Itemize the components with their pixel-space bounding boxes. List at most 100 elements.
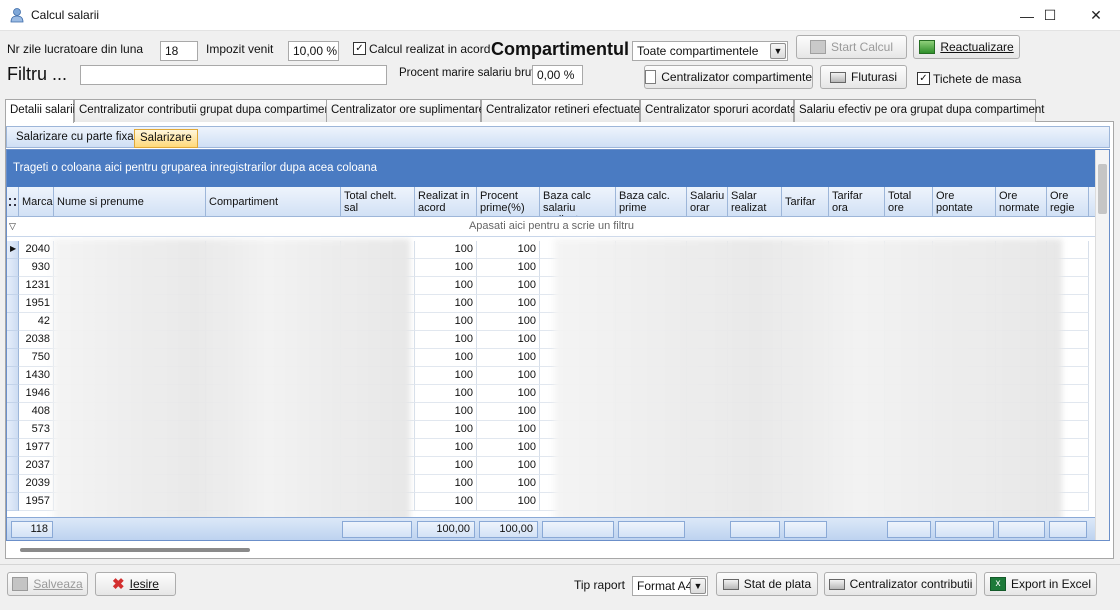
- cell-realizat[interactable]: 100: [415, 403, 477, 421]
- tab-centralizator-retineri[interactable]: Centralizator retineri efectuate: [481, 99, 640, 122]
- compartiment-select[interactable]: Toate compartimentele ▼: [632, 41, 788, 61]
- row-selector[interactable]: [7, 385, 19, 403]
- header-tarifar-ora[interactable]: Tarifar ora: [829, 187, 885, 217]
- reactualizare-button[interactable]: Reactualizare: [913, 35, 1020, 59]
- start-calcul-button[interactable]: Start Calcul: [796, 35, 907, 59]
- cell-procent[interactable]: 100: [477, 421, 540, 439]
- procent-marire-input[interactable]: 0,00 %: [532, 65, 583, 85]
- row-selector[interactable]: [7, 331, 19, 349]
- vertical-scrollbar[interactable]: [1095, 150, 1109, 540]
- header-nume-prenume[interactable]: Nume si prenume: [54, 187, 206, 217]
- cell-realizat[interactable]: 100: [415, 313, 477, 331]
- cell-realizat[interactable]: 100: [415, 259, 477, 277]
- column-chooser-icon[interactable]: [7, 187, 19, 217]
- cell-realizat[interactable]: 100: [415, 385, 477, 403]
- header-salariu-orar[interactable]: Salariu orar: [687, 187, 728, 217]
- cell-procent[interactable]: 100: [477, 277, 540, 295]
- cell-marca[interactable]: 1977: [19, 439, 54, 457]
- nr-zile-input[interactable]: 18: [160, 41, 198, 61]
- cell-realizat[interactable]: 100: [415, 475, 477, 493]
- header-baza-calc-prime[interactable]: Baza calc. prime: [616, 187, 687, 217]
- cell-marca[interactable]: 1946: [19, 385, 54, 403]
- cell-procent[interactable]: 100: [477, 457, 540, 475]
- vertical-scroll-thumb[interactable]: [1098, 164, 1107, 214]
- row-selector[interactable]: [7, 313, 19, 331]
- row-selector[interactable]: [7, 457, 19, 475]
- cell-procent[interactable]: 100: [477, 313, 540, 331]
- row-selector[interactable]: [7, 349, 19, 367]
- cell-procent[interactable]: 100: [477, 439, 540, 457]
- cell-procent[interactable]: 100: [477, 331, 540, 349]
- cell-marca[interactable]: 2038: [19, 331, 54, 349]
- tab-centralizator-sporuri[interactable]: Centralizator sporuri acordate: [640, 99, 797, 122]
- tab-centralizator-ore-suplimentare[interactable]: Centralizator ore suplimentare: [326, 99, 485, 122]
- centralizator-compartimente-button[interactable]: Centralizator compartimente: [644, 65, 813, 89]
- cell-procent[interactable]: 100: [477, 493, 540, 511]
- fluturasi-button[interactable]: Fluturasi: [820, 65, 907, 89]
- tab-salariu-efectiv-ora[interactable]: Salariu efectiv pe ora grupat dupa compa…: [794, 99, 1044, 122]
- header-baza-calc-salariu[interactable]: Baza calc salariu realizat: [540, 187, 616, 217]
- row-selector[interactable]: [7, 493, 19, 511]
- tab-centralizator-contributii[interactable]: Centralizator contributii grupat dupa co…: [74, 99, 334, 122]
- cell-marca[interactable]: 1231: [19, 277, 54, 295]
- cell-procent[interactable]: 100: [477, 295, 540, 313]
- subtab-salarizare-parte-fixa[interactable]: Salarizare cu parte fixa: [11, 129, 139, 148]
- row-selector[interactable]: [7, 475, 19, 493]
- cell-marca[interactable]: 1957: [19, 493, 54, 511]
- row-selector[interactable]: [7, 259, 19, 277]
- cell-marca[interactable]: 1951: [19, 295, 54, 313]
- filter-row[interactable]: ▽ Apasati aici pentru a scrie un filtru: [7, 217, 1096, 237]
- cell-procent[interactable]: 100: [477, 385, 540, 403]
- cell-marca[interactable]: 573: [19, 421, 54, 439]
- header-ore-regie[interactable]: Ore regie: [1047, 187, 1089, 217]
- cell-realizat[interactable]: 100: [415, 457, 477, 475]
- tip-raport-select[interactable]: Format A4 ▼: [632, 576, 708, 596]
- row-selector[interactable]: [7, 403, 19, 421]
- row-selector[interactable]: [7, 367, 19, 385]
- tichete-checkbox[interactable]: ✓: [917, 72, 930, 85]
- row-selector[interactable]: [7, 295, 19, 313]
- cell-realizat[interactable]: 100: [415, 421, 477, 439]
- cell-procent[interactable]: 100: [477, 367, 540, 385]
- header-total-chelt[interactable]: Total chelt. sal: [341, 187, 415, 217]
- cell-procent[interactable]: 100: [477, 403, 540, 421]
- cell-realizat[interactable]: 100: [415, 349, 477, 367]
- cell-marca[interactable]: 2040: [19, 241, 54, 259]
- header-tarifar[interactable]: Tarifar: [782, 187, 829, 217]
- salveaza-button[interactable]: Salveaza: [7, 572, 88, 596]
- cell-marca[interactable]: 1430: [19, 367, 54, 385]
- cell-realizat[interactable]: 100: [415, 367, 477, 385]
- header-procent-prime[interactable]: Procent prime(%): [477, 187, 540, 217]
- cell-realizat[interactable]: 100: [415, 277, 477, 295]
- cell-procent[interactable]: 100: [477, 259, 540, 277]
- header-compartiment[interactable]: Compartiment: [206, 187, 341, 217]
- cell-marca[interactable]: 2037: [19, 457, 54, 475]
- cell-marca[interactable]: 930: [19, 259, 54, 277]
- cell-procent[interactable]: 100: [477, 475, 540, 493]
- maximize-button[interactable]: ☐: [1027, 0, 1073, 31]
- export-excel-button[interactable]: x Export in Excel: [984, 572, 1097, 596]
- header-total-ore[interactable]: Total ore: [885, 187, 933, 217]
- header-realizat-acord[interactable]: Realizat in acord: [415, 187, 477, 217]
- cell-marca[interactable]: 750: [19, 349, 54, 367]
- cell-procent[interactable]: 100: [477, 349, 540, 367]
- header-ore-pontate[interactable]: Ore pontate: [933, 187, 996, 217]
- cell-procent[interactable]: 100: [477, 241, 540, 259]
- iesire-button[interactable]: ✖ Iesire: [95, 572, 176, 596]
- cell-marca[interactable]: 2039: [19, 475, 54, 493]
- cell-realizat[interactable]: 100: [415, 295, 477, 313]
- filtru-input[interactable]: [80, 65, 387, 85]
- tab-detalii-salarii[interactable]: Detalii salarii: [5, 99, 75, 123]
- cell-marca[interactable]: 42: [19, 313, 54, 331]
- row-selector[interactable]: [7, 277, 19, 295]
- stat-de-plata-button[interactable]: Stat de plata: [716, 572, 818, 596]
- header-salar-realizat[interactable]: Salar realizat: [728, 187, 782, 217]
- horizontal-scrollbar[interactable]: [20, 548, 250, 552]
- row-selector[interactable]: [7, 421, 19, 439]
- centralizator-contributii-button[interactable]: Centralizator contributii: [824, 572, 977, 596]
- cell-marca[interactable]: 408: [19, 403, 54, 421]
- current-row-indicator[interactable]: ▶: [7, 241, 19, 259]
- group-by-bar[interactable]: Trageti o coloana aici pentru gruparea i…: [7, 150, 1096, 187]
- header-marca[interactable]: Marca: [19, 187, 54, 217]
- close-button[interactable]: ✕: [1073, 0, 1119, 31]
